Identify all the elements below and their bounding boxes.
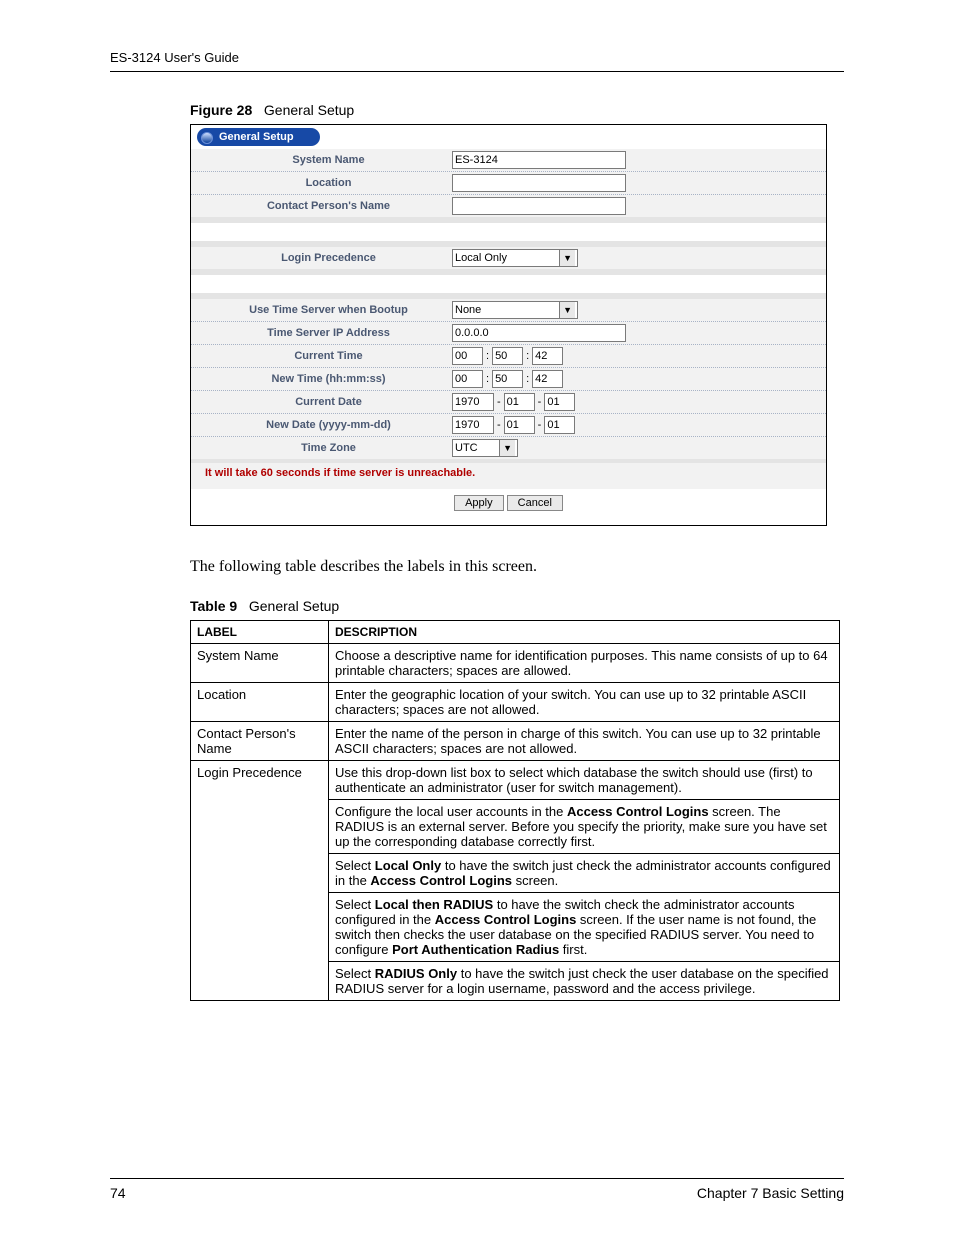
input-new-date-mm[interactable] bbox=[504, 416, 535, 434]
cell-desc: Enter the name of the person in charge o… bbox=[329, 722, 840, 761]
label-use-time-server: Use Time Server when Bootup bbox=[205, 304, 452, 316]
table-caption-label: Table 9 bbox=[190, 598, 237, 614]
cell-label: Login Precedence bbox=[191, 761, 329, 1001]
label-login-precedence: Login Precedence bbox=[205, 252, 452, 264]
input-new-time-mm[interactable] bbox=[492, 370, 523, 388]
row-new-date: New Date (yyyy-mm-dd) - - bbox=[191, 414, 826, 437]
input-current-time-hh[interactable] bbox=[452, 347, 483, 365]
cell-label: Contact Person's Name bbox=[191, 722, 329, 761]
cancel-button[interactable]: Cancel bbox=[507, 495, 563, 511]
row-time-server-ip: Time Server IP Address bbox=[191, 322, 826, 345]
row-login-precedence: Login Precedence Local Only▼ bbox=[191, 247, 826, 269]
figure-caption-label: Figure 28 bbox=[190, 102, 252, 118]
cell-desc: Enter the geographic location of your sw… bbox=[329, 683, 840, 722]
prose-intro: The following table describes the labels… bbox=[190, 558, 844, 576]
input-current-date-dd[interactable] bbox=[544, 393, 575, 411]
table-row: System NameChoose a descriptive name for… bbox=[191, 644, 840, 683]
row-current-time: Current Time : : bbox=[191, 345, 826, 368]
select-time-zone[interactable]: UTC▼ bbox=[452, 439, 518, 457]
row-system-name: System Name bbox=[191, 149, 826, 172]
cell-label: System Name bbox=[191, 644, 329, 683]
label-system-name: System Name bbox=[205, 154, 452, 166]
row-current-date: Current Date - - bbox=[191, 391, 826, 414]
figure-caption: Figure 28 General Setup bbox=[190, 102, 844, 118]
chevron-down-icon: ▼ bbox=[499, 440, 515, 456]
row-contact: Contact Person's Name bbox=[191, 195, 826, 217]
label-new-date: New Date (yyyy-mm-dd) bbox=[205, 419, 452, 431]
cell-desc: Use this drop-down list box to select wh… bbox=[329, 761, 840, 800]
table-caption: Table 9 General Setup bbox=[190, 598, 844, 614]
chevron-down-icon: ▼ bbox=[559, 250, 575, 266]
label-contact: Contact Person's Name bbox=[205, 200, 452, 212]
input-current-time-ss[interactable] bbox=[532, 347, 563, 365]
chapter-label: Chapter 7 Basic Setting bbox=[697, 1185, 844, 1201]
page-number: 74 bbox=[110, 1185, 126, 1201]
input-current-date-yyyy[interactable] bbox=[452, 393, 494, 411]
th-label: LABEL bbox=[191, 621, 329, 644]
select-use-time-server[interactable]: None▼ bbox=[452, 301, 578, 319]
cell-desc: Select RADIUS Only to have the switch ju… bbox=[329, 962, 840, 1001]
th-desc: DESCRIPTION bbox=[329, 621, 840, 644]
table-row: Login PrecedenceUse this drop-down list … bbox=[191, 761, 840, 800]
row-new-time: New Time (hh:mm:ss) : : bbox=[191, 368, 826, 391]
input-system-name[interactable] bbox=[452, 151, 626, 169]
chevron-down-icon: ▼ bbox=[559, 302, 575, 318]
table-caption-text: General Setup bbox=[249, 598, 339, 614]
row-time-zone: Time Zone UTC▼ bbox=[191, 437, 826, 459]
panel-title: General Setup bbox=[219, 131, 294, 143]
general-setup-panel: General Setup System Name Location Conta… bbox=[190, 124, 827, 526]
label-location: Location bbox=[205, 177, 452, 189]
row-use-time-server: Use Time Server when Bootup None▼ bbox=[191, 299, 826, 322]
cell-desc: Select Local then RADIUS to have the swi… bbox=[329, 893, 840, 962]
header-guide: ES-3124 User's Guide bbox=[110, 50, 844, 72]
label-current-date: Current Date bbox=[205, 396, 452, 408]
label-time-zone: Time Zone bbox=[205, 442, 452, 454]
cell-desc: Choose a descriptive name for identifica… bbox=[329, 644, 840, 683]
cell-desc: Select Local Only to have the switch jus… bbox=[329, 854, 840, 893]
apply-button[interactable]: Apply bbox=[454, 495, 504, 511]
table-row: Contact Person's NameEnter the name of t… bbox=[191, 722, 840, 761]
input-new-time-ss[interactable] bbox=[532, 370, 563, 388]
warning-note: It will take 60 seconds if time server i… bbox=[191, 463, 826, 489]
row-location: Location bbox=[191, 172, 826, 195]
input-new-date-dd[interactable] bbox=[544, 416, 575, 434]
input-new-date-yyyy[interactable] bbox=[452, 416, 494, 434]
input-contact[interactable] bbox=[452, 197, 626, 215]
label-current-time: Current Time bbox=[205, 350, 452, 362]
description-table: LABEL DESCRIPTION System NameChoose a de… bbox=[190, 620, 840, 1001]
label-new-time: New Time (hh:mm:ss) bbox=[205, 373, 452, 385]
label-time-server-ip: Time Server IP Address bbox=[205, 327, 452, 339]
cell-label: Location bbox=[191, 683, 329, 722]
input-new-time-hh[interactable] bbox=[452, 370, 483, 388]
cell-desc: Configure the local user accounts in the… bbox=[329, 800, 840, 854]
input-time-server-ip[interactable] bbox=[452, 324, 626, 342]
figure-caption-text: General Setup bbox=[264, 102, 354, 118]
select-login-precedence[interactable]: Local Only▼ bbox=[452, 249, 578, 267]
input-current-time-mm[interactable] bbox=[492, 347, 523, 365]
table-row: LocationEnter the geographic location of… bbox=[191, 683, 840, 722]
panel-title-pill: General Setup bbox=[197, 128, 320, 146]
input-current-date-mm[interactable] bbox=[504, 393, 535, 411]
input-location[interactable] bbox=[452, 174, 626, 192]
